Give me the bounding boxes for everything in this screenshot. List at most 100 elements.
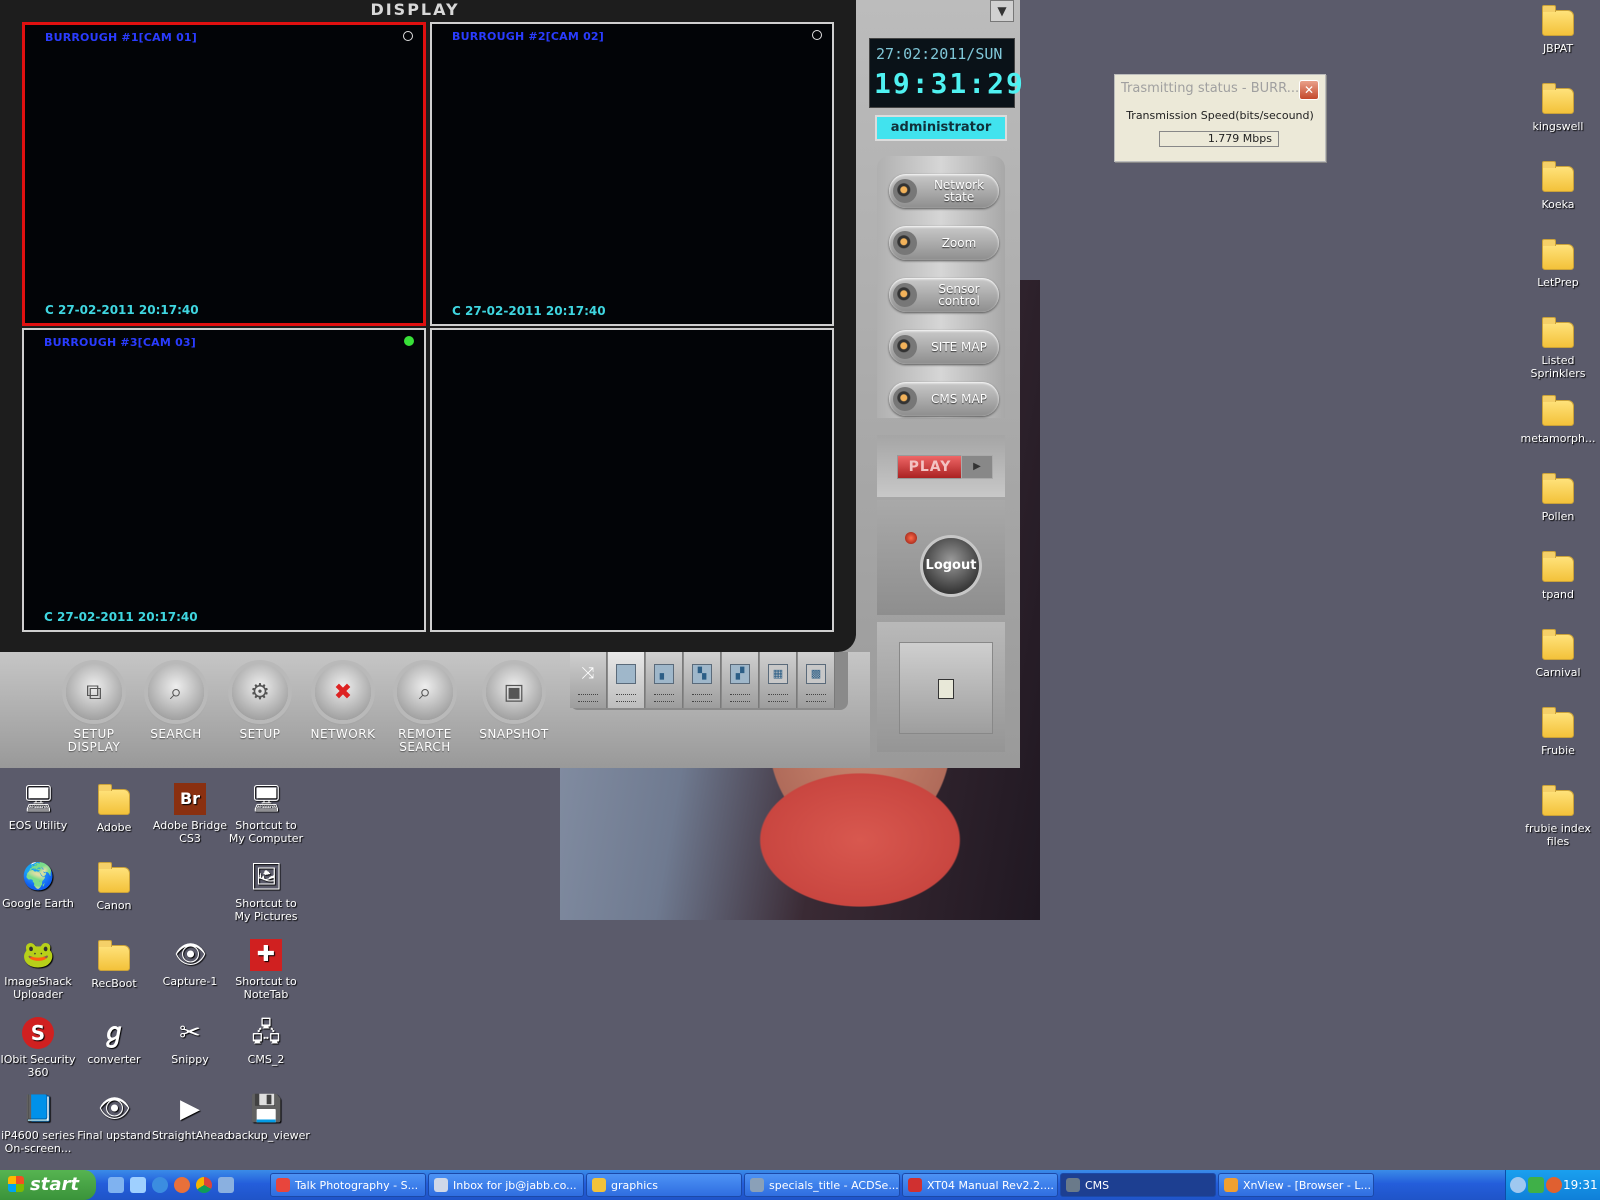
site-map-button[interactable]: SITE MAP <box>889 330 999 364</box>
cms-map-button[interactable]: CMS MAP <box>889 382 999 416</box>
tool-label: REMOTE SEARCH <box>398 727 452 754</box>
desktop-icon-snippy[interactable]: ✂ Snippy <box>152 1017 228 1066</box>
desktop-folder-carnival[interactable]: Carnival <box>1520 628 1596 679</box>
tray-app-icon[interactable] <box>1546 1177 1562 1193</box>
desktop-folder-tpand[interactable]: tpand <box>1520 550 1596 601</box>
start-button[interactable]: start <box>0 1170 96 1200</box>
taskbar-item[interactable]: Inbox for jb@jabb.co... <box>428 1173 584 1197</box>
window-menu-button[interactable]: ▼ <box>990 0 1014 22</box>
setup-display-icon: ⧉ <box>66 664 122 720</box>
layout-quad-c-button[interactable]: ▞ <box>722 652 759 708</box>
user-badge: administrator <box>875 115 1007 141</box>
setup-display-button[interactable]: ⧉ SETUP DISPLAY <box>54 664 134 754</box>
side-control-panel: Network state Zoom Sensor control SITE M… <box>877 156 1005 418</box>
desktop-icon-adobe-bridge[interactable]: Br Adobe Bridge CS3 <box>152 783 228 845</box>
desktop-icon-canon[interactable]: Canon <box>76 861 152 912</box>
taskbar-item[interactable]: XT04 Manual Rev2.2.... <box>902 1173 1058 1197</box>
network-button[interactable]: ✖ NETWORK <box>303 664 383 741</box>
layout-shuffle-button[interactable]: ⤨ <box>570 652 607 708</box>
desktop-icon-final-upstand[interactable]: 👁 Final upstand <box>76 1093 152 1142</box>
desktop-icon-backup-viewer[interactable]: 💾 backup_viewer <box>228 1093 310 1142</box>
layout-quad-b-button[interactable]: ▚ <box>684 652 721 708</box>
icon-label: Adobe Bridge CS3 <box>152 819 228 845</box>
desktop-icon-adobe[interactable]: Adobe <box>76 783 152 834</box>
camera-view-4[interactable] <box>430 328 834 632</box>
remote-search-button[interactable]: ⌕ REMOTE SEARCH <box>385 664 465 754</box>
layout-4x4-button[interactable]: ▩ <box>798 652 835 708</box>
task-label: graphics <box>611 1179 659 1192</box>
icon-label: IObit Security 360 <box>0 1053 76 1079</box>
tool-label: SEARCH <box>150 727 202 741</box>
desktop-folder-koeka[interactable]: Koeka <box>1520 160 1596 211</box>
layout-3x3-button[interactable]: ▦ <box>760 652 797 708</box>
layout-1x1-button[interactable] <box>608 652 645 708</box>
camera-timestamp: C 27-02-2011 20:17:40 <box>452 304 606 318</box>
status-led-icon <box>905 532 917 544</box>
desktop-icon-my-pictures[interactable]: 🖼 Shortcut to My Pictures <box>228 861 304 923</box>
desktop-icon-imageshack[interactable]: 🐸 ImageShack Uploader <box>0 939 76 1001</box>
desktop-icon-iobit[interactable]: S IObit Security 360 <box>0 1017 76 1079</box>
desktop-icon-straightahead[interactable]: ▶ StraightAhead <box>152 1093 231 1142</box>
tray-network-icon[interactable] <box>1528 1177 1544 1193</box>
desktop-folder-frubie-index-files[interactable]: frubie index files <box>1520 784 1596 848</box>
quicklaunch-icon[interactable] <box>108 1177 124 1193</box>
zoom-button[interactable]: Zoom <box>889 226 999 260</box>
desktop-icon-notetab[interactable]: ✚ Shortcut to NoteTab <box>228 939 304 1001</box>
desktop-folder-kingswell[interactable]: kingswell <box>1520 82 1596 133</box>
logout-button[interactable]: Logout <box>923 538 979 594</box>
taskbar-item[interactable]: graphics <box>586 1173 742 1197</box>
desktop-folder-letprep[interactable]: LetPrep <box>1520 238 1596 289</box>
tray-expand-icon[interactable] <box>1510 1177 1526 1193</box>
setup-button[interactable]: ⚙ SETUP <box>220 664 300 741</box>
camera-view-3[interactable]: BURROUGH #3[CAM 03] C 27-02-2011 20:17:4… <box>22 328 426 632</box>
speed-label: Transmission Speed(bits/secound) <box>1126 109 1314 122</box>
eye-icon: 👁 <box>174 940 208 970</box>
play-button[interactable]: PLAY <box>897 455 963 479</box>
internet-explorer-icon[interactable] <box>152 1177 168 1193</box>
desktop-icon-my-computer[interactable]: 🖥 Shortcut to My Computer <box>228 783 304 845</box>
desktop-folder-pollen[interactable]: Pollen <box>1520 472 1596 523</box>
camera-view-1[interactable]: BURROUGH #1[CAM 01] C 27-02-2011 20:17:4… <box>22 22 426 326</box>
desktop-icon-capture[interactable]: 👁 Capture-1 <box>152 939 228 988</box>
desktop-folder-metamorph[interactable]: metamorph... <box>1520 394 1596 445</box>
desktop-icon-eos-utility[interactable]: 🖥 EOS Utility <box>0 783 76 832</box>
network-state-button[interactable]: Network state <box>889 174 999 208</box>
snapshot-button[interactable]: ▣ SNAPSHOT <box>474 664 554 741</box>
desktop-folder-listed-sprinklers[interactable]: Listed Sprinklers <box>1520 316 1596 380</box>
task-label: Talk Photography - S... <box>295 1179 419 1192</box>
chrome-icon[interactable] <box>196 1177 212 1193</box>
firefox-icon[interactable] <box>174 1177 190 1193</box>
sensor-control-button[interactable]: Sensor control <box>889 278 999 312</box>
desktop-icon-google-earth[interactable]: 🌍 Google Earth <box>0 861 76 910</box>
desktop-icon-cms2[interactable]: 🖧 CMS_2 <box>228 1017 304 1066</box>
memo-area[interactable] <box>899 642 993 734</box>
taskbar-clock[interactable]: 19:31 <box>1563 1170 1598 1200</box>
camera-view-2[interactable]: BURROUGH #2[CAM 02] C 27-02-2011 20:17:4… <box>430 22 834 326</box>
quicklaunch-icon[interactable] <box>218 1177 234 1193</box>
taskbar-item[interactable]: specials_title - ACDSe... <box>744 1173 900 1197</box>
computer-icon: 🖥 <box>250 784 284 814</box>
icon-label: converter <box>87 1053 141 1066</box>
search-button[interactable]: ⌕ SEARCH <box>136 664 216 741</box>
desktop-icon-recboot[interactable]: RecBoot <box>76 939 152 990</box>
close-icon[interactable]: ✕ <box>1299 80 1319 100</box>
desktop-icon-converter[interactable]: ℊ converter <box>76 1017 152 1066</box>
folder-icon <box>1542 395 1574 426</box>
taskbar-item-active[interactable]: CMS <box>1060 1173 1216 1197</box>
folder-icon <box>592 1178 606 1192</box>
taskbar-item[interactable]: XnView - [Browser - L... <box>1218 1173 1374 1197</box>
layout-grid-icon: ▦ <box>768 664 788 684</box>
taskbar-item[interactable]: Talk Photography - S... <box>270 1173 426 1197</box>
pictures-icon: 🖼 <box>250 862 284 892</box>
tool-label: SETUP <box>239 727 281 741</box>
folder-icon <box>1542 785 1574 816</box>
memo-panel <box>877 622 1005 752</box>
desktop-folder-frubie[interactable]: Frubie <box>1520 706 1596 757</box>
layout-quad-a-button[interactable]: ▖ <box>646 652 683 708</box>
icon-label: StraightAhead <box>152 1129 231 1142</box>
desktop-folder-jbpat[interactable]: JBPAT <box>1520 4 1596 55</box>
button-label: Zoom <box>941 236 977 250</box>
desktop-icon-ip4600[interactable]: 📘 iP4600 series On-screen... <box>0 1093 76 1155</box>
play-options-icon[interactable]: ▶ <box>961 455 993 479</box>
quicklaunch-icon[interactable] <box>130 1177 146 1193</box>
